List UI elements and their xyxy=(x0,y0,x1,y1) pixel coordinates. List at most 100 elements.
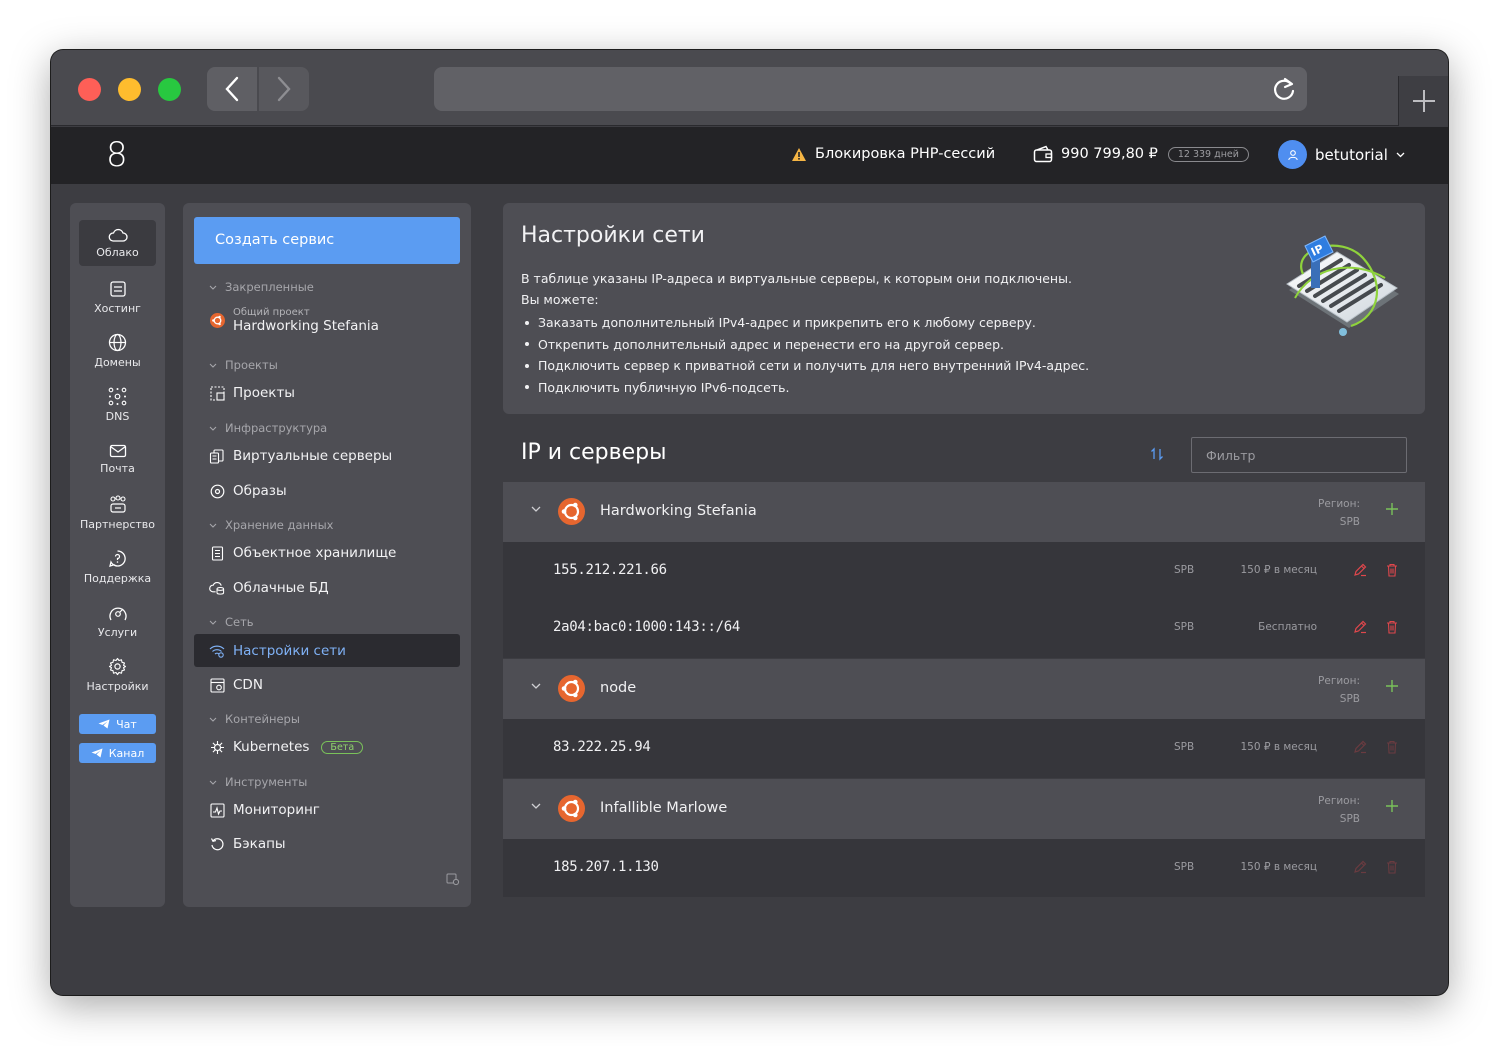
create-service-button[interactable]: Создать сервис xyxy=(194,217,460,264)
forward-button[interactable] xyxy=(259,67,309,111)
beta-badge: Бета xyxy=(321,740,364,754)
backup-icon xyxy=(210,837,224,850)
rail-item-domains[interactable]: Домены xyxy=(79,328,156,374)
rail-item-cloud[interactable]: Облако xyxy=(79,220,156,266)
server-name[interactable]: node xyxy=(600,680,636,696)
warning-notice[interactable]: Блокировка PHP-сессий xyxy=(791,146,995,162)
maximize-window-button[interactable] xyxy=(158,78,181,101)
logo[interactable]: 8 xyxy=(106,135,128,175)
section-storage[interactable]: Хранение данных xyxy=(209,518,333,532)
server-group-header[interactable]: Hardworking Stefania Регион: SPB xyxy=(503,482,1425,542)
server-group: Infallible Marlowe Регион: SPB 185.207.1.… xyxy=(503,779,1425,897)
ip-row: 155.212.221.66 SPB 150 ₽ в месяц xyxy=(503,542,1425,600)
menu-settings-icon[interactable] xyxy=(446,873,460,886)
channel-button[interactable]: Канал xyxy=(79,743,156,763)
telegram-icon xyxy=(98,719,110,729)
trash-icon[interactable] xyxy=(1386,740,1398,754)
menu-item-virtual-servers[interactable]: Виртуальные серверы xyxy=(209,448,392,464)
rail-item-dns[interactable]: DNS xyxy=(79,382,156,428)
menu-item-monitoring[interactable]: Мониторинг xyxy=(209,802,320,818)
chevron-down-icon[interactable] xyxy=(531,803,541,810)
gear-icon xyxy=(108,657,127,676)
user-menu[interactable]: betutorial xyxy=(1278,140,1405,169)
info-panel: Настройки сети В таблице указаны IP-адре… xyxy=(503,203,1425,414)
chevron-down-icon[interactable] xyxy=(531,506,541,513)
add-ip-icon[interactable] xyxy=(1385,502,1399,516)
rail-item-hosting[interactable]: Хостинг xyxy=(79,274,156,320)
detach-icon[interactable] xyxy=(1353,740,1367,754)
panel-description: В таблице указаны IP-адреса и виртуальны… xyxy=(521,271,1072,286)
filter-input[interactable]: Фильтр xyxy=(1191,437,1407,473)
section-projects[interactable]: Проекты xyxy=(209,358,278,372)
browser-toolbar xyxy=(51,50,1448,126)
ip-address: 2a04:bac0:1000:143::/64 xyxy=(553,619,740,635)
section-title: IP и серверы xyxy=(521,440,667,465)
reload-icon[interactable] xyxy=(1271,76,1297,102)
trash-icon[interactable] xyxy=(1386,860,1398,874)
add-ip-icon[interactable] xyxy=(1385,679,1399,693)
trash-icon[interactable] xyxy=(1386,620,1398,634)
rail-label: Настройки xyxy=(86,680,149,693)
support-icon xyxy=(109,550,126,567)
add-ip-icon[interactable] xyxy=(1385,799,1399,813)
close-window-button[interactable] xyxy=(78,78,101,101)
server-name[interactable]: Infallible Marlowe xyxy=(600,800,727,816)
menu-item-kubernetes[interactable]: Kubernetes Бета xyxy=(209,739,364,755)
balance[interactable]: 990 799,80 ₽ 12 339 дней xyxy=(1033,145,1249,163)
wallet-icon xyxy=(1033,145,1053,163)
detach-icon[interactable] xyxy=(1353,563,1367,577)
server-name[interactable]: Hardworking Stefania xyxy=(600,503,757,519)
new-tab-button[interactable] xyxy=(1398,76,1448,126)
minimize-window-button[interactable] xyxy=(118,78,141,101)
chevron-left-icon xyxy=(225,76,239,102)
menu-item-cdn[interactable]: CDN xyxy=(209,677,263,693)
detach-icon[interactable] xyxy=(1353,620,1367,634)
server-group-header[interactable]: node Регион: SPB xyxy=(503,659,1425,719)
ip-price: Бесплатно xyxy=(1258,621,1317,633)
address-bar[interactable] xyxy=(434,67,1307,111)
chat-button[interactable]: Чат xyxy=(79,714,156,734)
panel-bullet: Открепить дополнительный адрес и перенес… xyxy=(525,334,1089,356)
detach-icon[interactable] xyxy=(1353,860,1367,874)
network-illustration: IP xyxy=(1286,235,1399,336)
rail-item-services[interactable]: Услуги xyxy=(79,598,156,644)
section-network[interactable]: Сеть xyxy=(209,615,254,629)
menu-item-projects[interactable]: Проекты xyxy=(209,385,295,401)
app-body: Облако Хостинг Домены DNS Почта Партнерс… xyxy=(51,184,1448,995)
trash-icon[interactable] xyxy=(1386,563,1398,577)
plus-icon xyxy=(1412,90,1435,112)
rail-item-settings[interactable]: Настройки xyxy=(79,652,156,698)
rail-label: Поддержка xyxy=(83,572,152,585)
chevron-down-icon xyxy=(1396,152,1405,157)
panel-bullet: Заказать дополнительный IPv4-адрес и при… xyxy=(525,312,1089,334)
sort-icon[interactable] xyxy=(1150,447,1164,461)
ip-address: 185.207.1.130 xyxy=(553,859,659,875)
service-menu: Создать сервис Закрепленные Общий проект… xyxy=(183,203,471,907)
globe-icon xyxy=(108,333,127,352)
server-group-header[interactable]: Infallible Marlowe Регион: SPB xyxy=(503,779,1425,839)
ip-row: 185.207.1.130 SPB 150 ₽ в месяц xyxy=(503,839,1425,897)
section-pinned[interactable]: Закрепленные xyxy=(209,280,314,294)
user-icon xyxy=(1287,149,1298,160)
rail-item-partners[interactable]: Партнерство xyxy=(79,490,156,536)
back-button[interactable] xyxy=(207,67,257,111)
section-infrastructure[interactable]: Инфраструктура xyxy=(209,421,327,435)
rail-item-support[interactable]: Поддержка xyxy=(79,544,156,590)
menu-item-cloud-db[interactable]: Облачные БД xyxy=(209,580,329,596)
menu-item-backups[interactable]: Бэкапы xyxy=(209,836,286,852)
rail-label: DNS xyxy=(105,410,130,423)
pinned-project[interactable]: Общий проект Hardworking Stefania xyxy=(209,307,379,334)
ip-region: SPB xyxy=(1174,741,1195,753)
chevron-down-icon[interactable] xyxy=(531,683,541,690)
projects-icon xyxy=(209,385,225,401)
ip-price: 150 ₽ в месяц xyxy=(1240,564,1317,576)
menu-item-network-settings[interactable]: Настройки сети xyxy=(194,634,460,667)
ubuntu-icon xyxy=(558,795,585,822)
section-tools[interactable]: Инструменты xyxy=(209,775,307,789)
menu-item-object-storage[interactable]: Объектное хранилище xyxy=(209,545,396,561)
menu-item-images[interactable]: Образы xyxy=(209,483,287,499)
section-containers[interactable]: Контейнеры xyxy=(209,712,300,726)
days-badge: 12 339 дней xyxy=(1167,146,1249,162)
panel-bullet: Подключить сервер к приватной сети и пол… xyxy=(525,355,1089,377)
rail-item-mail[interactable]: Почта xyxy=(79,436,156,482)
